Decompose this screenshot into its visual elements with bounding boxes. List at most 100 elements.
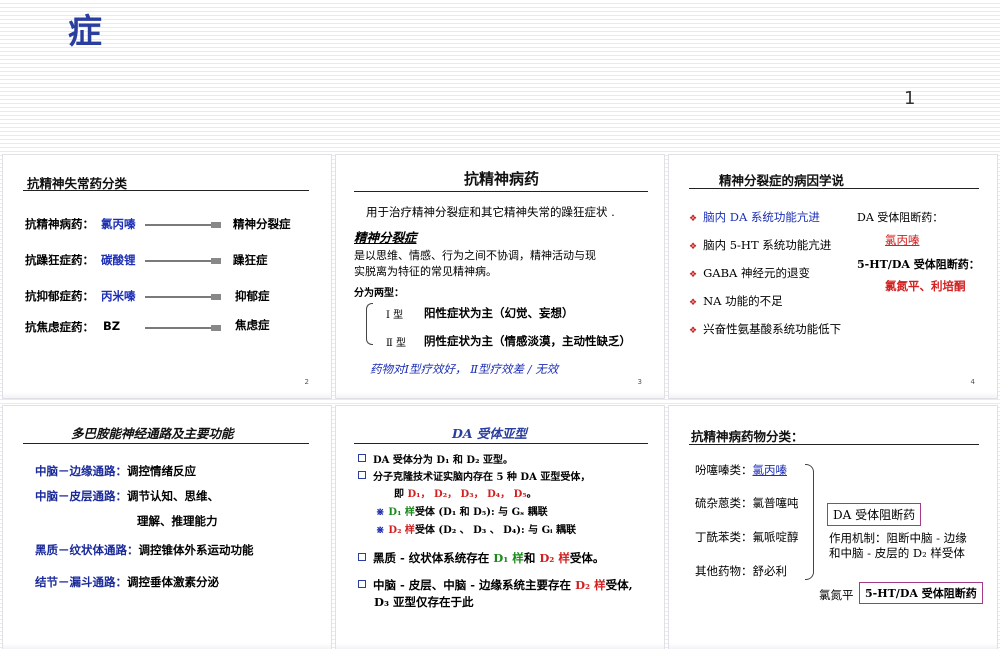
pathway-name: 中脑－边缘通路：	[35, 464, 127, 478]
theory-text: NA 功能的不足	[703, 294, 783, 308]
side-label: 5-HT/DA 受体阻断药：	[857, 258, 980, 271]
side-drug: 氯丙嗪	[885, 233, 920, 247]
title-underline	[23, 190, 309, 191]
row-label: 抗精神病药：	[25, 217, 94, 231]
theory-item: ❖ 兴奋性氨基酸系统功能低下	[689, 321, 841, 337]
pathway-function: 调控锥体外系运动功能	[138, 543, 254, 557]
title-underline	[689, 188, 979, 189]
page-number: 1	[904, 88, 916, 109]
slide-thumbnail-2[interactable]: 抗精神失常药分类 抗精神病药： 氯丙嗪 精神分裂症 抗躁狂症药： 碳酸锂 躁狂症…	[3, 155, 331, 398]
title-underline	[354, 191, 648, 192]
title-underline	[354, 443, 648, 444]
pathway-function: 调节认知、思维、	[127, 489, 219, 503]
class-label: 吩噻嗪类：	[695, 463, 753, 477]
pathway-name: 黑质－纹状体通路：	[35, 543, 139, 557]
title-underline	[689, 444, 979, 445]
arrow-icon	[145, 294, 221, 300]
drug-name: 丙米嗪	[101, 289, 136, 303]
cross-bullet-icon: ⋇	[376, 525, 385, 536]
slide-title: 多巴胺能神经通路及主要功能	[71, 426, 234, 441]
mechanism-text: 和中脑 - 皮层的 D₂ 样受体	[829, 546, 965, 560]
bullet-text: D₃ 亚型仅存在于此	[374, 595, 474, 609]
desc-line: 是以思维、情感、行为之间不协调，精神活动与现	[354, 249, 596, 262]
theory-text: 脑内 5-HT 系统功能亢进	[703, 238, 832, 252]
brace	[805, 464, 814, 580]
receptor-type: D₁ 样	[388, 507, 415, 518]
pathway-function: 调控垂体激素分泌	[127, 575, 219, 589]
slide-number: 2	[304, 378, 309, 386]
bullet-text: DA 受体分为 D₁ 和 D₂ 亚型。	[373, 455, 513, 466]
target-disease: 精神分裂症	[233, 217, 291, 231]
pathway-row: 理解、推理能力	[137, 513, 218, 529]
slide-number: 4	[970, 378, 975, 386]
desc-line: 实脱离为特征的常见精神病。	[354, 265, 497, 278]
receptor-line: ⋇ D₁ 样受体 (D₁ 和 D₅): 与 Gₛ 耦联	[376, 503, 548, 518]
receptor-desc: 受体 (D₂ 、 D₃ 、 D₄): 与 Gᵢ 耦联	[414, 525, 577, 536]
bullet-text: 黑质 - 纹状体系统存在	[373, 551, 490, 565]
slide-thumbnail-6[interactable]: DA 受体亚型 DA 受体分为 D₁ 和 D₂ 亚型。 分子克隆技术证实脑内存在…	[336, 406, 664, 649]
side-drug: 氯氮平、利培酮	[885, 279, 966, 293]
bullet-item: 分子克隆技术证实脑内存在 5 种 DA 亚型受体，	[358, 468, 590, 483]
type-label: Ⅱ 型	[386, 338, 406, 349]
bullet-text: 中脑 - 皮层、中脑 - 边缘系统主要存在	[373, 578, 572, 592]
class-row: 吩噻嗪类：氯丙嗪	[695, 462, 787, 478]
class-label: 硫杂蒽类：	[695, 496, 753, 510]
target-disease: 抑郁症	[235, 289, 270, 303]
bullet-text: 分子克隆技术证实脑内存在 5 种 DA 亚型受体，	[373, 472, 591, 483]
diamond-bullet-icon: ❖	[689, 298, 698, 308]
drug-name: 氯丙嗪	[101, 217, 136, 231]
square-bullet-icon	[358, 580, 366, 588]
arrow-icon	[145, 222, 221, 228]
theory-item: ❖ NA 功能的不足	[689, 293, 783, 309]
drug-name: BZ	[103, 319, 121, 333]
class-row: 其他药物：舒必利	[695, 563, 787, 579]
bracket	[366, 303, 373, 345]
slide-title: 抗精神病药	[464, 170, 540, 188]
theory-item: ❖ 脑内 5-HT 系统功能亢进	[689, 237, 831, 253]
slide-thumbnail-7[interactable]: 抗精神病药物分类： 吩噻嗪类：氯丙嗪 硫杂蒽类：氯普噻吨 丁酰苯类：氟哌啶醇 其…	[669, 406, 997, 649]
receptor-type: D₂ 样	[575, 578, 606, 592]
receptor-type: D₂ 样	[539, 551, 570, 565]
bullet-item: DA 受体分为 D₁ 和 D₂ 亚型。	[358, 451, 513, 466]
mechanism-text: 作用机制：阻断中脑 - 边缘	[829, 531, 967, 545]
type-label: Ⅰ 型	[386, 310, 404, 321]
square-bullet-icon	[358, 471, 366, 479]
bullet-item: 黑质 - 纹状体系统存在 D₁ 样和 D₂ 样受体。	[358, 550, 604, 566]
row-label: 抗焦虑症药：	[25, 320, 94, 334]
bullet-text: 和	[523, 551, 536, 565]
class-drug: 氯丙嗪	[752, 463, 788, 477]
receptor-type: D₁ 样	[493, 551, 524, 565]
subtitle: 精神分裂症	[354, 230, 417, 245]
pathway-name: 结节－漏斗通路：	[35, 575, 127, 589]
class-label: 丁酰苯类：	[695, 530, 753, 544]
subtype-suffix: 。	[526, 489, 537, 500]
types-label: 分为两型：	[354, 288, 404, 299]
receptor-type: D₂ 样	[388, 525, 415, 536]
class-row: 硫杂蒽类：氯普噻吨	[695, 495, 799, 511]
slide-title: 精神分裂症的病因学说	[719, 173, 845, 188]
target-disease: 躁狂症	[233, 253, 268, 267]
row-label: 抗抑郁症药：	[25, 289, 94, 303]
diamond-bullet-icon: ❖	[689, 214, 698, 224]
slide-thumbnail-3[interactable]: 抗精神病药 用于治疗精神分裂症和其它精神失常的躁狂症状 . 精神分裂症 是以思维…	[336, 155, 664, 398]
drug-name: 碳酸锂	[101, 253, 136, 267]
diamond-bullet-icon: ❖	[689, 242, 698, 252]
pathway-row: 结节－漏斗通路：调控垂体激素分泌	[35, 574, 219, 590]
pathway-name: 中脑－皮层通路：	[35, 489, 127, 503]
type-desc: 阳性症状为主（幻觉、妄想）	[424, 306, 574, 320]
slide-thumbnail-4[interactable]: 精神分裂症的病因学说 ❖ 脑内 DA 系统功能亢进 ❖ 脑内 5-HT 系统功能亢进…	[669, 155, 997, 398]
pathway-row: 中脑－边缘通路：调控情绪反应	[35, 463, 196, 479]
class-drug: 氟哌啶醇	[752, 530, 799, 544]
diamond-bullet-icon: ❖	[689, 270, 698, 280]
intro-text: 用于治疗精神分裂症和其它精神失常的躁狂症状 .	[366, 205, 615, 219]
bullet-item: 中脑 - 皮层、中脑 - 边缘系统主要存在 D₂ 样受体,	[358, 577, 633, 593]
target-disease: 焦虑症	[235, 318, 270, 332]
row-label: 抗躁狂症药：	[25, 253, 94, 267]
class-drug: 舒必利	[752, 564, 788, 578]
slide-title: 抗精神病药物分类：	[691, 429, 804, 444]
subtype-list: D₁， D₂， D₃， D₄， D₅	[407, 489, 527, 500]
slide-thumbnail-5[interactable]: 多巴胺能神经通路及主要功能 中脑－边缘通路：调控情绪反应 中脑－皮层通路：调节认…	[3, 406, 331, 649]
class-row: 丁酰苯类：氟哌啶醇	[695, 529, 799, 545]
theory-item: ❖ 脑内 DA 系统功能亢进	[689, 209, 820, 225]
title-underline	[23, 443, 309, 444]
